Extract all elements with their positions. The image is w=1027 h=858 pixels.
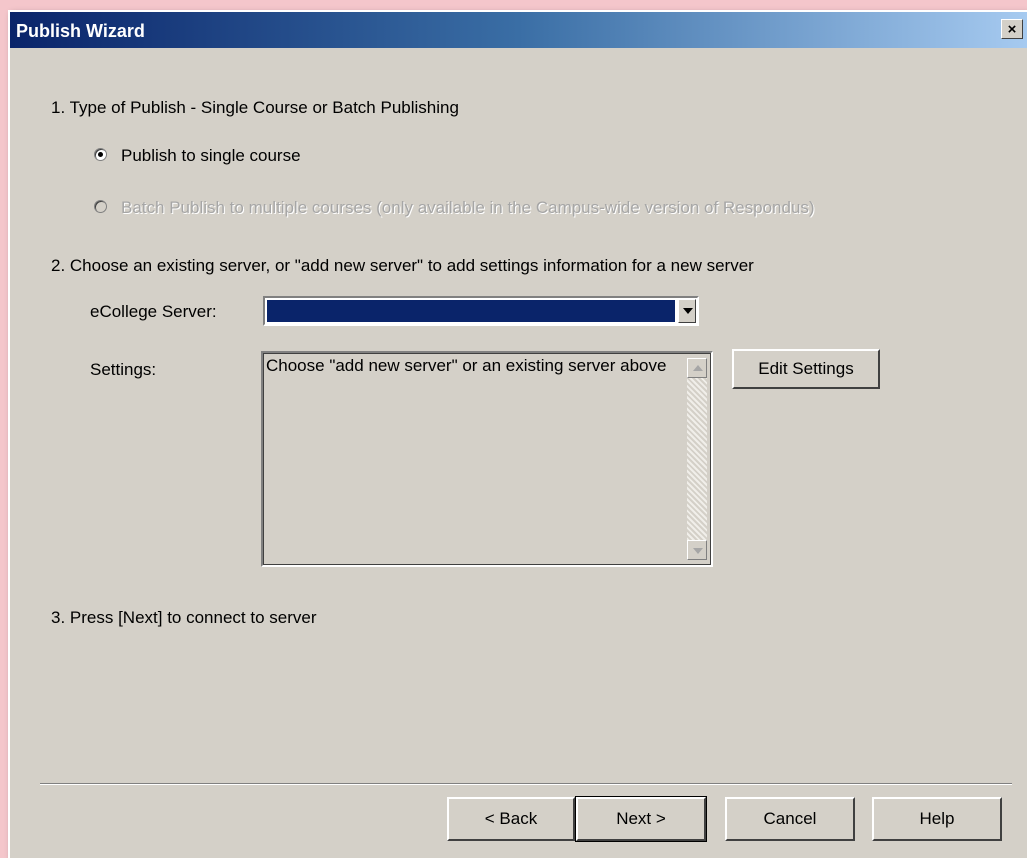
server-selected-value [267, 300, 675, 322]
settings-scrollbar[interactable] [687, 358, 707, 560]
radio-unchecked-icon [94, 200, 107, 213]
arrow-up-icon [693, 365, 703, 371]
server-label: eCollege Server: [90, 302, 217, 321]
window-title: Publish Wizard [16, 21, 145, 41]
step3-heading: 3. Press [Next] to connect to server [51, 608, 317, 627]
radio-batch-label: Batch Publish to multiple courses (only … [121, 198, 815, 217]
arrow-down-icon [693, 548, 703, 554]
radio-single-label[interactable]: Publish to single course [121, 146, 301, 166]
cancel-button[interactable]: Cancel [725, 797, 855, 841]
settings-text: Choose "add new server" or an existing s… [266, 356, 667, 375]
edit-settings-button[interactable]: Edit Settings [732, 349, 880, 389]
settings-textbox[interactable]: Choose "add new server" or an existing s… [261, 351, 713, 567]
settings-label: Settings: [90, 360, 157, 379]
divider [40, 783, 1012, 785]
publish-wizard-dialog: Publish Wizard × 1. Type of Publish - Si… [8, 10, 1027, 858]
scroll-up-button[interactable] [687, 358, 707, 378]
step2-heading: 2. Choose an existing server, or "add ne… [51, 256, 754, 275]
title-bar: Publish Wizard × [10, 12, 1027, 48]
help-button[interactable]: Help [872, 797, 1002, 841]
step1-heading: 1. Type of Publish - Single Course or Ba… [51, 98, 459, 117]
back-button[interactable]: < Back [447, 797, 575, 841]
radio-checked-icon[interactable] [94, 148, 107, 161]
dropdown-button[interactable] [678, 299, 696, 323]
close-icon: × [1007, 20, 1017, 38]
server-dropdown[interactable] [263, 296, 699, 326]
next-button[interactable]: Next > [575, 796, 707, 842]
close-button[interactable]: × [1001, 19, 1023, 39]
chevron-down-icon [683, 308, 693, 314]
scroll-down-button[interactable] [687, 540, 707, 560]
